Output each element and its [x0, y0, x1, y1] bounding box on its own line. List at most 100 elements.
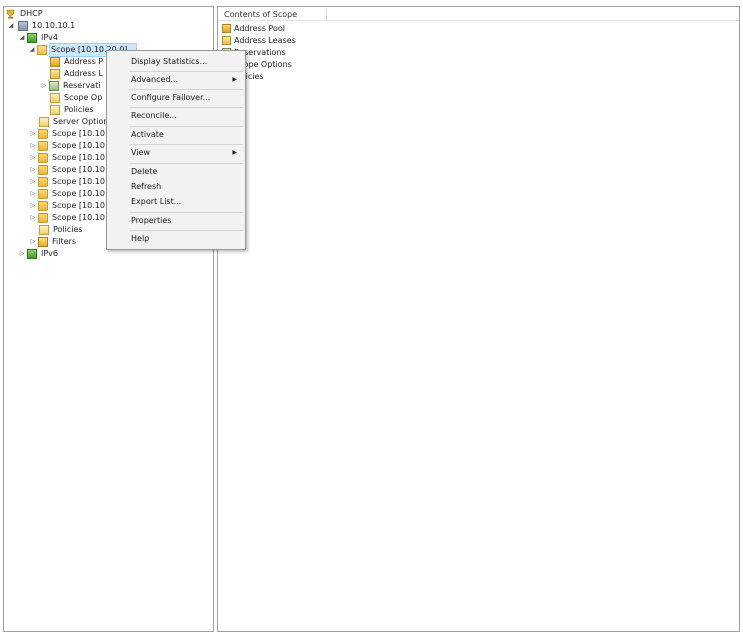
tree-item-label: Scope [10.10 [52, 153, 105, 162]
tree-item-label: Scope [10.10 [52, 129, 105, 138]
menu-item-refresh[interactable]: Refresh [107, 179, 245, 195]
reservations-icon [49, 81, 59, 91]
menu-item-label: Activate [131, 130, 164, 139]
tree-item-scope[interactable]: ▷ Scope [10.10 [29, 164, 106, 176]
tree-item-address-pool[interactable]: Address P [50, 56, 104, 68]
tree-item-label: DHCP [20, 9, 43, 18]
tree-item-label: IPv6 [41, 249, 59, 258]
collapsed-arrow-icon[interactable]: ▷ [29, 200, 37, 212]
tree-item-scope[interactable]: ▷ Scope [10.10 [29, 200, 106, 212]
list-item-label: Address Leases [234, 36, 296, 45]
folder-icon [38, 177, 48, 187]
tree-item-reservations[interactable]: ▷ Reservati [40, 80, 102, 92]
menu-item-advanced[interactable]: Advanced... ▶ [107, 72, 245, 88]
tree-item-label: Address L [64, 69, 103, 78]
list-item-address-leases[interactable]: Address Leases [222, 35, 296, 46]
menu-item-label: Advanced... [131, 75, 179, 84]
collapsed-arrow-icon[interactable]: ▷ [29, 212, 37, 224]
expanded-arrow-icon[interactable]: ◢ [7, 20, 15, 32]
filter-icon [38, 237, 48, 247]
address-leases-icon [50, 69, 60, 79]
tree-item-ipv4[interactable]: ◢ IPv4 [18, 32, 59, 44]
network-protocol-icon [27, 33, 37, 43]
tree-item-label: Scope [10.10 [52, 141, 105, 150]
tree-item-label: Scope [10.10 [52, 165, 105, 174]
tree-item-scope-policies[interactable]: Policies [50, 104, 95, 116]
collapsed-arrow-icon[interactable]: ▷ [29, 128, 37, 140]
submenu-arrow-icon: ▶ [232, 149, 237, 156]
submenu-arrow-icon: ▶ [232, 76, 237, 83]
folder-icon [38, 189, 48, 199]
dhcp-trophy-icon [6, 9, 16, 19]
tree-item-label: Scope Op [64, 93, 103, 102]
collapsed-arrow-icon[interactable]: ▷ [29, 140, 37, 152]
menu-item-export-list[interactable]: Export List... [107, 194, 245, 210]
tree-item-scope[interactable]: ▷ Scope [10.10 [29, 140, 106, 152]
menu-item-view[interactable]: View ▶ [107, 145, 245, 161]
tree-item-label: Policies [64, 105, 94, 114]
tree-item-scope-options[interactable]: Scope Op [50, 92, 103, 104]
collapsed-arrow-icon[interactable]: ▷ [29, 152, 37, 164]
expanded-arrow-icon[interactable]: ◢ [28, 44, 36, 56]
tree-item-ipv6[interactable]: ▷ IPv6 [18, 248, 59, 260]
policies-icon [39, 225, 49, 235]
tree-item-label: Policies [53, 225, 83, 234]
collapsed-arrow-icon[interactable]: ▷ [29, 176, 37, 188]
tree-item-scope[interactable]: ▷ Scope [10.10 [29, 176, 106, 188]
menu-item-label: Export List... [131, 197, 182, 206]
collapsed-arrow-icon[interactable]: ▷ [29, 164, 37, 176]
menu-item-label: Display Statistics... [131, 57, 208, 66]
menu-item-label: Delete [131, 167, 158, 176]
column-header[interactable]: Contents of Scope [221, 9, 327, 20]
menu-item-display-statistics[interactable]: Display Statistics... [107, 54, 245, 70]
tree-item-server[interactable]: ◢ 10.10.10.1 [7, 20, 76, 32]
folder-open-icon [37, 45, 47, 55]
expanded-arrow-icon[interactable]: ◢ [18, 32, 26, 44]
server-icon [18, 21, 28, 31]
tree-item-label: Scope [10.10 [52, 177, 105, 186]
menu-item-label: Help [131, 234, 150, 243]
details-pane[interactable]: Contents of Scope Address Pool Address L… [217, 6, 740, 632]
menu-item-label: Configure Failover... [131, 93, 211, 102]
tree-item-label: Scope [10.10 [52, 189, 105, 198]
folder-icon [38, 213, 48, 223]
tree-item-filters[interactable]: ▷ Filters [29, 236, 77, 248]
list-item-address-pool[interactable]: Address Pool [222, 23, 285, 34]
menu-item-reconcile[interactable]: Reconcile... [107, 108, 245, 124]
list-item-label: Address Pool [234, 24, 285, 33]
tree-item-scope[interactable]: ▷ Scope [10.10 [29, 152, 106, 164]
menu-item-configure-failover[interactable]: Configure Failover... [107, 90, 245, 106]
tree-item-label: Address P [64, 57, 104, 66]
collapsed-arrow-icon[interactable]: ▷ [40, 80, 48, 92]
context-menu[interactable]: Display Statistics... Advanced... ▶ Conf… [106, 50, 246, 250]
collapsed-arrow-icon[interactable]: ▷ [18, 248, 26, 260]
menu-item-activate[interactable]: Activate [107, 127, 245, 143]
collapsed-arrow-icon[interactable]: ▷ [29, 236, 37, 248]
tree-item-server-options[interactable]: Server Optior [39, 116, 108, 128]
tree-item-label: Reservati [63, 81, 101, 90]
menu-item-properties[interactable]: Properties [107, 213, 245, 229]
tree-item-label: Scope [10.10 [52, 213, 105, 222]
collapsed-arrow-icon[interactable]: ▷ [29, 188, 37, 200]
tree-item-address-leases[interactable]: Address L [50, 68, 104, 80]
menu-item-label: Properties [131, 216, 172, 225]
scope-options-icon [50, 93, 60, 103]
folder-icon [38, 141, 48, 151]
tree-item-label: Filters [52, 237, 76, 246]
tree-item-label: 10.10.10.1 [32, 21, 76, 30]
address-pool-icon [222, 24, 231, 33]
menu-item-label: Refresh [131, 182, 162, 191]
header-divider [218, 20, 739, 21]
tree-item-label: Scope [10.10 [52, 201, 105, 210]
tree-item-label: Server Optior [53, 117, 107, 126]
tree-item-dhcp[interactable]: DHCP [6, 8, 44, 20]
menu-item-label: Reconcile... [131, 111, 177, 120]
menu-item-label: View [131, 148, 150, 157]
tree-item-scope[interactable]: ▷ Scope [10.10 [29, 212, 106, 224]
address-pool-icon [50, 57, 60, 67]
tree-item-scope[interactable]: ▷ Scope [10.10 [29, 188, 106, 200]
menu-item-delete[interactable]: Delete [107, 164, 245, 180]
menu-item-help[interactable]: Help [107, 231, 245, 247]
tree-item-scope[interactable]: ▷ Scope [10.10 [29, 128, 106, 140]
tree-item-ipv4-policies[interactable]: Policies [39, 224, 84, 236]
